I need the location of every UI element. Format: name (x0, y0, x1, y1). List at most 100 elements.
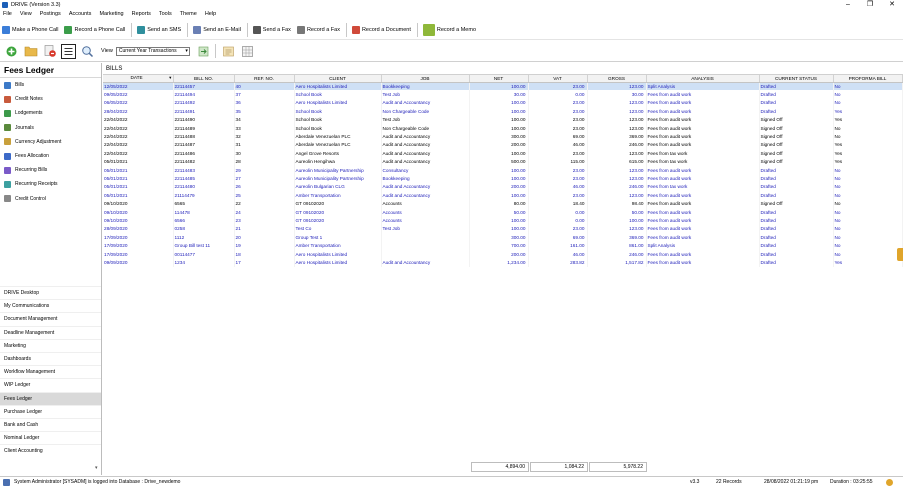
cell-vat: 69.00 (528, 233, 588, 242)
menu-file[interactable]: File (3, 11, 12, 17)
cell-net: 100.00 (469, 107, 529, 116)
sidebar-item-fees-allocation[interactable]: Fees Allocation (0, 149, 101, 163)
new-bill-button[interactable] (4, 44, 19, 59)
menu-accounts[interactable]: Accounts (69, 11, 92, 17)
menu-marketing[interactable]: Marketing (99, 11, 123, 17)
make-phone-call-button[interactable]: Make a Phone Call (2, 25, 58, 34)
table-row[interactable]: 22/04/2022 22114487 31 Aberdale Venezuelan … (103, 140, 903, 150)
table-row[interactable]: 22/04/2022 22114490 34 School Book Test Job 1… (103, 115, 903, 124)
properties-button[interactable] (61, 43, 76, 59)
nav-workflow-management[interactable]: Workflow Management (0, 365, 101, 378)
cell-vat: 0.00 (528, 207, 588, 217)
nav-marketing[interactable]: Marketing (0, 338, 101, 352)
close-button[interactable]: ✕ (881, 0, 903, 9)
col-gross[interactable]: GROSS (587, 75, 647, 83)
col-job[interactable]: JOB (381, 75, 470, 83)
nav-deadline-management[interactable]: Deadline Management (0, 325, 101, 339)
col-proforma-bill[interactable]: PROFORMA BILL (833, 75, 903, 83)
col-client[interactable]: CLIENT (294, 75, 382, 83)
menu-view[interactable]: View (20, 11, 32, 17)
nav-my-communications[interactable]: My Communications (0, 299, 101, 312)
table-row[interactable]: 05/01/2021 22114485 27 Aureolin Municipalit… (103, 174, 903, 183)
nav-bank-and-cash[interactable]: Bank and Cash (0, 417, 101, 431)
table-row[interactable]: 22/04/2022 22114489 33 School Book Non Charg… (103, 123, 903, 133)
nav-client-accounting[interactable]: Client Accounting (0, 444, 101, 457)
sidebar-item-lodgements[interactable]: Lodgements (0, 106, 101, 120)
table-row[interactable]: 17/09/2020 1112 20 Group Test 1 300.00 69.00 3… (103, 233, 903, 242)
sidebar-item-recurring-receipts[interactable]: Recurring Receipts (0, 177, 101, 191)
col-net[interactable]: NET (469, 75, 529, 83)
minimize-button[interactable]: – (837, 0, 859, 9)
table-row[interactable]: 28/09/2020 0258 21 Test Co Test Job 100.00 23.… (103, 224, 903, 234)
notification-icon[interactable] (886, 478, 893, 486)
table-row[interactable]: 12/05/2022 22114457 40 Aero Hospitalists Li… (103, 82, 903, 91)
nav-scroll-down-icon[interactable]: ▾ (95, 465, 98, 471)
side-panel-handle[interactable] (897, 248, 903, 261)
search-button[interactable] (80, 44, 95, 59)
nav-dashboards[interactable]: Dashboards (0, 351, 101, 365)
table-row[interactable]: 09/10/2020 6566 23 GT 09102020 Accounts 100.0… (103, 216, 903, 225)
nav-nominal-ledger[interactable]: Nominal Ledger (0, 431, 101, 444)
refresh-button[interactable] (196, 44, 211, 59)
delete-button[interactable] (42, 44, 57, 59)
sms-icon (137, 25, 146, 34)
cell-client: Amber Transportation (294, 241, 382, 250)
send-sms-button[interactable]: Send an SMS (137, 25, 181, 34)
recurring-receipts-icon (4, 180, 11, 188)
table-row[interactable]: 09/09/2020 1234 17 Aero Hospitalists Limite… (103, 258, 903, 267)
nav-drive-desktop[interactable]: DRIVE Desktop (0, 286, 101, 299)
cell-date: 05/01/2021 (103, 191, 174, 200)
menu-theme[interactable]: Theme (180, 11, 197, 17)
col-ref-no[interactable]: REF. NO. (234, 75, 295, 83)
send-fax-button[interactable]: Send a Fax (252, 25, 291, 34)
grid-button[interactable] (240, 44, 255, 59)
nav-purchase-ledger[interactable]: Purchase Ledger (0, 404, 101, 418)
menu-reports[interactable]: Reports (132, 11, 151, 17)
sidebar-item-credit-notes[interactable]: Credit Notes (0, 92, 101, 106)
col-bill-no[interactable]: BILL NO. (173, 75, 235, 83)
cell-proforma: No (833, 216, 903, 225)
col-date[interactable]: DATE ▾ (103, 75, 174, 83)
nav-fees-ledger[interactable]: Fees Ledger (0, 391, 101, 405)
export-button[interactable] (221, 44, 236, 59)
nav-wip-ledger[interactable]: WIP Ledger (0, 378, 101, 391)
sidebar-item-currency-adjustment[interactable]: Currency Adjustment (0, 135, 101, 149)
table-row[interactable]: 22/04/2022 22114486 30 Angel Grove Resorts A… (103, 149, 903, 158)
col-vat[interactable]: VAT (528, 75, 588, 83)
sidebar-item-recurring-bills[interactable]: Recurring Bills (0, 163, 101, 177)
record-phone-call-button[interactable]: Record a Phone Call (64, 25, 125, 34)
table-row[interactable]: 09/10/2020 6565 22 GT 09102020 Accounts 80.00… (103, 199, 903, 208)
cell-date: 12/05/2022 (103, 82, 174, 91)
table-row[interactable]: 05/01/2021 22114483 29 Aureolin Municipalit… (103, 165, 903, 175)
view-select[interactable]: Current Year Transactions ▾ (115, 46, 190, 56)
menu-tools[interactable]: Tools (159, 11, 172, 17)
table-row[interactable]: 06/05/2022 22114492 36 Aero Hospitalists Li… (103, 98, 903, 108)
menu-postings[interactable]: Postings (40, 11, 61, 17)
table-row[interactable]: 09/10/2020 114478 24 GT 09102020 Accounts 50.… (103, 207, 903, 217)
sidebar-item-credit-control[interactable]: Credit Control (0, 192, 101, 206)
record-fax-button[interactable]: Record a Fax (296, 25, 340, 34)
table-row[interactable]: 09/05/2022 22114494 37 School Book Test Job 3… (103, 90, 903, 99)
col-current-status[interactable]: CURRENT STATUS (759, 75, 834, 83)
table-row[interactable]: 22/04/2022 22114488 32 Aberdale Venezuelan … (103, 132, 903, 141)
open-button[interactable] (23, 44, 38, 59)
cell-net: 100.00 (469, 191, 529, 200)
record-document-button[interactable]: Record a Document (351, 25, 411, 34)
menu-help[interactable]: Help (205, 11, 216, 17)
sidebar-item-bills[interactable]: Bills (0, 78, 101, 92)
table-row[interactable]: 17/09/2020 00114477 18 Aero Hospitalists Li… (103, 249, 903, 259)
table-row[interactable]: 05/01/2021 22114480 26 Aureolin Bulgarian C… (103, 182, 903, 192)
nav-document-management[interactable]: Document Management (0, 312, 101, 325)
toolbar-divider (214, 44, 216, 58)
cell-analysis: Fees from audit work (646, 233, 760, 242)
send-email-button[interactable]: Send an E-Mail (193, 25, 241, 34)
record-memo-button[interactable]: Record a Memo (422, 23, 476, 36)
restore-button[interactable]: ❐ (859, 0, 881, 9)
cell-job: Audit and Accountancy (381, 149, 470, 158)
col-analysis[interactable]: ANALYSIS (646, 75, 760, 83)
table-row[interactable]: 28/04/2022 22114491 35 School Book Non Charg… (103, 107, 903, 116)
table-row[interactable]: 05/01/2021 21114479 25 Amber Transportation… (103, 191, 903, 200)
table-row[interactable]: 05/01/2021 22114482 28 Aureolin Hengihwa Aud… (103, 157, 903, 166)
table-row[interactable]: 17/09/2020 Group Bill test 11 19 Amber Tran… (103, 241, 903, 250)
sidebar-item-journals[interactable]: Journals (0, 121, 101, 135)
